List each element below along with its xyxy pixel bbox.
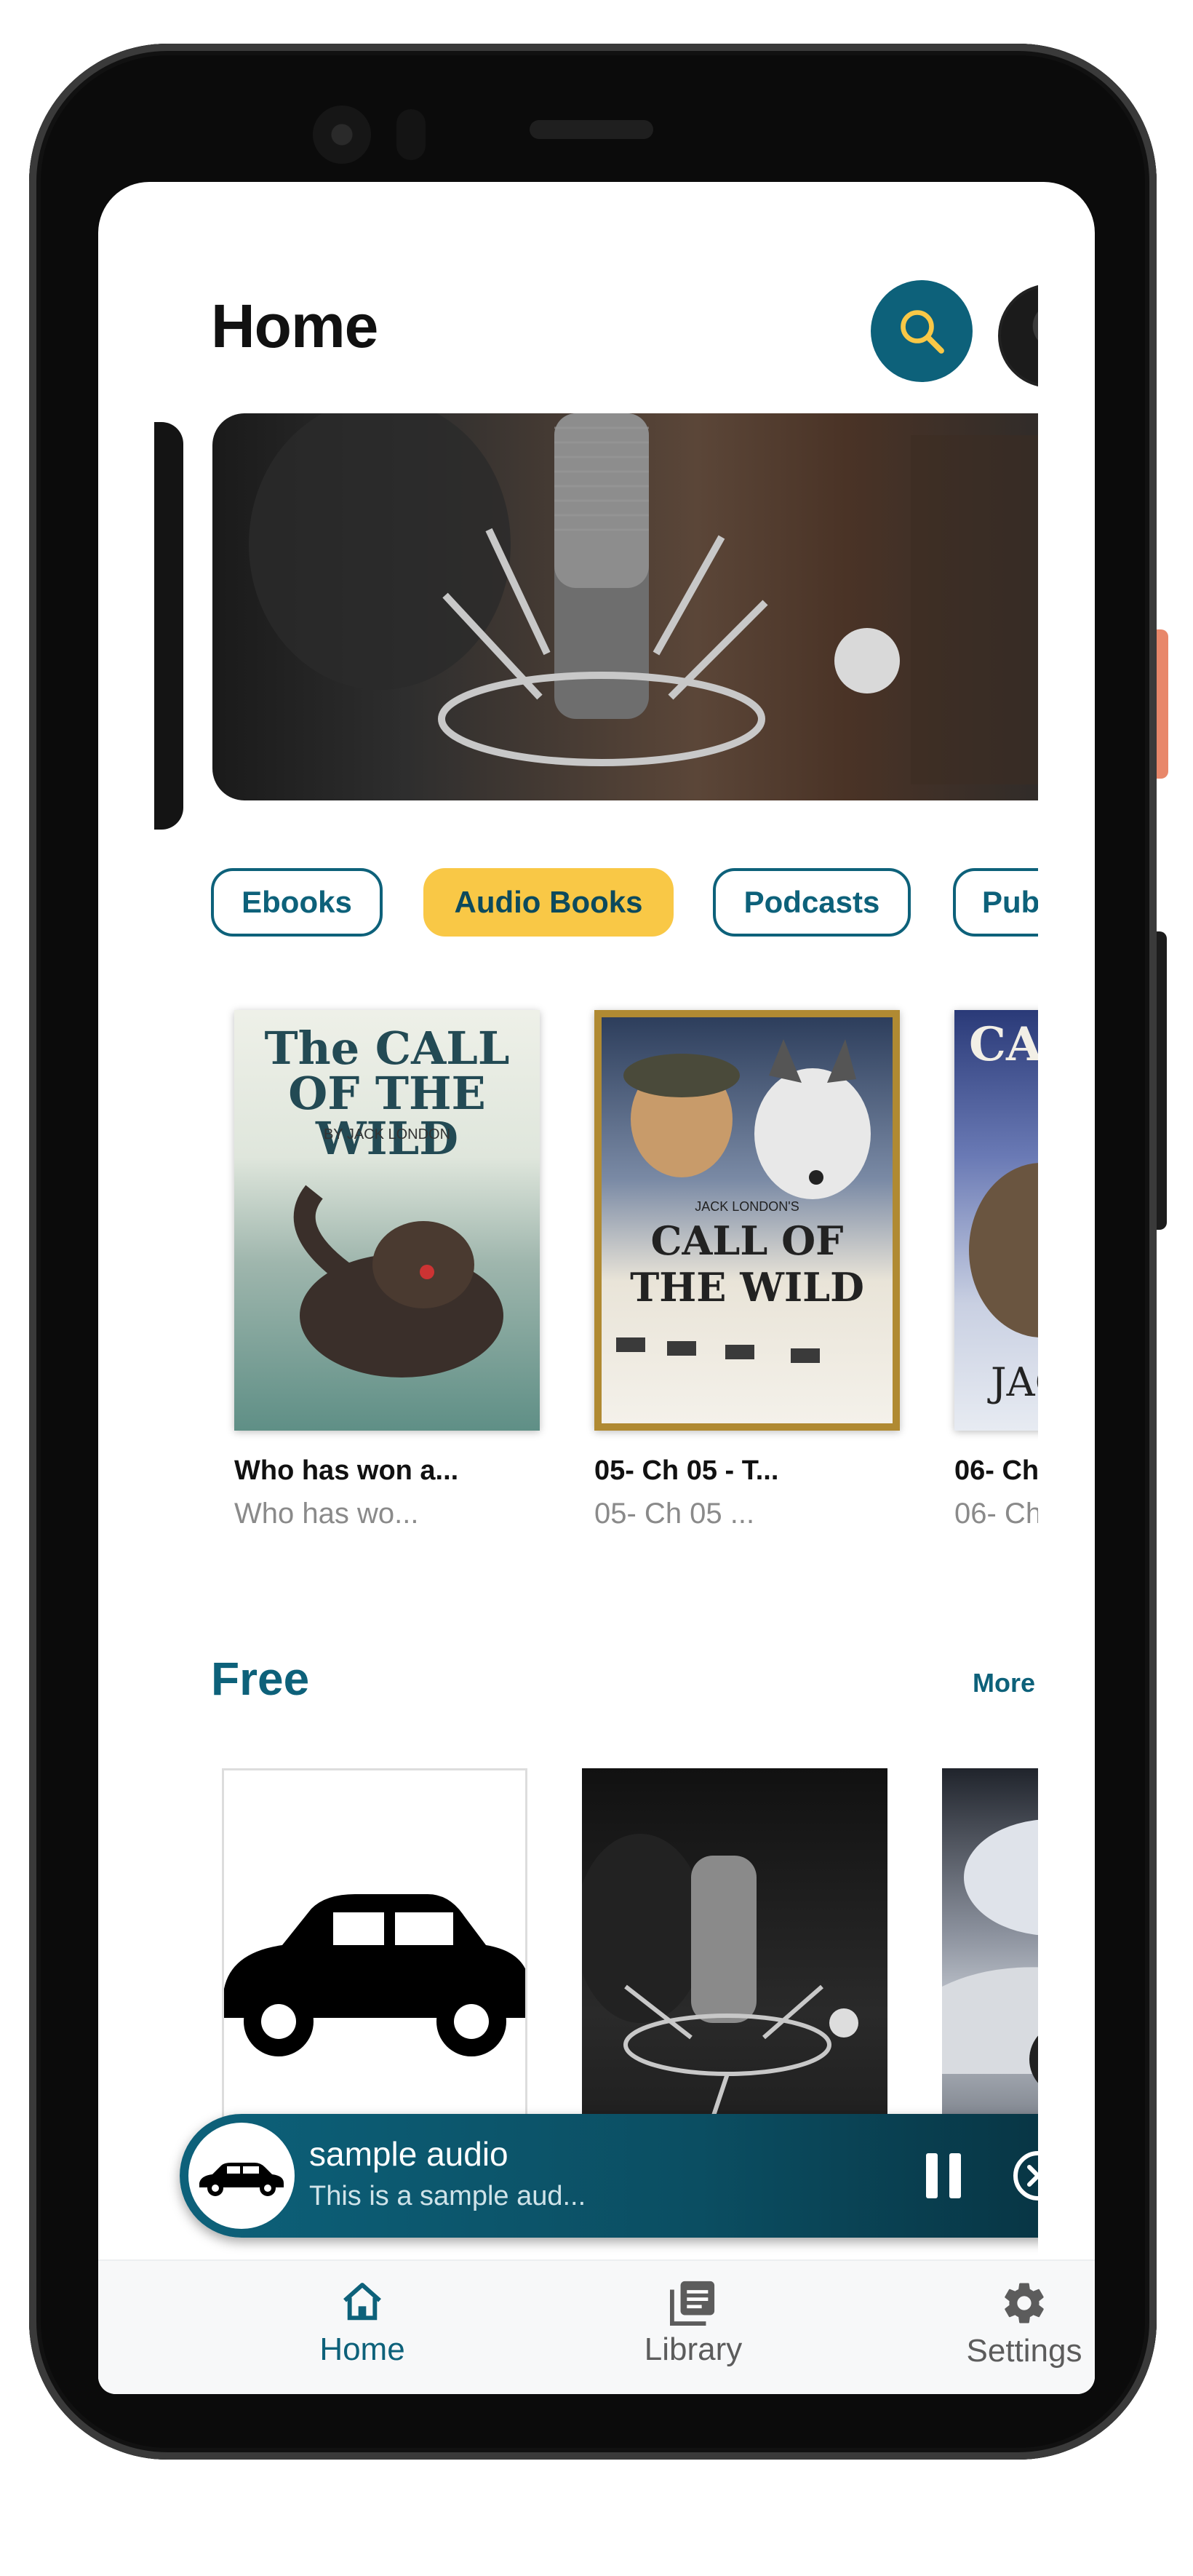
banner-prev-peek[interactable]	[154, 422, 183, 830]
gear-icon	[1005, 2283, 1044, 2323]
wolf-illustration	[293, 1185, 503, 1378]
more-link[interactable]: More	[973, 1668, 1038, 1698]
book-subtitle: 06- Ch 06	[954, 1498, 1038, 1530]
book-subtitle: Who has wo...	[234, 1498, 419, 1530]
nav-settings[interactable]: Settings	[879, 2279, 1095, 2369]
book-cover[interactable]: The CALL OF THE WILD BY JACK LONDON	[234, 1010, 540, 1431]
app-screen: Home Ebooks Audio Books Podcasts Pub The…	[98, 182, 1095, 2394]
pause-icon-bar	[949, 2153, 961, 2198]
volume-button	[1157, 931, 1167, 1230]
book-title: Who has won a...	[234, 1455, 459, 1486]
nav-settings-label: Settings	[966, 2333, 1082, 2369]
bottom-nav: Home Library Settings	[98, 2259, 1095, 2394]
chip-ebooks[interactable]: Ebooks	[211, 868, 383, 937]
front-camera	[313, 106, 371, 164]
nav-library-label: Library	[644, 2331, 743, 2367]
close-circle-icon	[1013, 2151, 1038, 2201]
player-artwork	[188, 2123, 295, 2229]
microphone-image	[249, 413, 1038, 784]
player-title: sample audio	[309, 2135, 508, 2173]
power-button	[1157, 629, 1168, 779]
category-chips: Ebooks Audio Books Podcasts Publica	[211, 868, 1038, 942]
book-cover-title: CALL OF THE WILD	[630, 1217, 864, 1311]
chip-publications[interactable]: Publica	[953, 868, 1038, 937]
book-title: 05- Ch 05 - T...	[594, 1455, 779, 1486]
book-cover[interactable]: CAL THE Y JACK L	[954, 1010, 1038, 1431]
more-label: More	[973, 1668, 1036, 1698]
app-content: Home Ebooks Audio Books Podcasts Pub The…	[154, 182, 1038, 2394]
player-subtitle: This is a sample aud...	[309, 2181, 586, 2211]
mini-player[interactable]: sample audio This is a sample aud...	[180, 2114, 1038, 2238]
search-icon	[901, 310, 944, 354]
book-title: 06- Ch 06	[954, 1455, 1038, 1486]
pause-icon-bar	[926, 2153, 938, 2198]
chip-podcasts[interactable]: Podcasts	[713, 868, 911, 937]
section-title-free: Free	[211, 1653, 310, 1705]
featured-banner[interactable]	[212, 413, 1038, 800]
book-cover-author: JACK LONDON'S	[695, 1199, 799, 1214]
close-player-button[interactable]	[1009, 2147, 1038, 2205]
chip-audio-books[interactable]: Audio Books	[423, 868, 674, 937]
search-button[interactable]	[871, 280, 973, 382]
earpiece	[530, 120, 653, 139]
pause-button[interactable]	[914, 2147, 973, 2205]
avatar[interactable]	[998, 284, 1038, 388]
nav-library[interactable]: Library	[548, 2279, 839, 2368]
book-cover[interactable]: JACK LONDON'S CALL OF THE WILD	[594, 1010, 900, 1431]
home-icon	[343, 2283, 381, 2321]
book-subtitle: 05- Ch 05 ...	[594, 1498, 755, 1530]
sensor	[396, 109, 426, 160]
library-icon	[670, 2281, 715, 2326]
nav-home[interactable]: Home	[217, 2279, 508, 2368]
page-title: Home	[211, 292, 378, 360]
nav-home-label: Home	[319, 2331, 405, 2367]
book-cover-author: JACK L	[991, 1359, 1038, 1405]
car-icon	[199, 2163, 284, 2196]
